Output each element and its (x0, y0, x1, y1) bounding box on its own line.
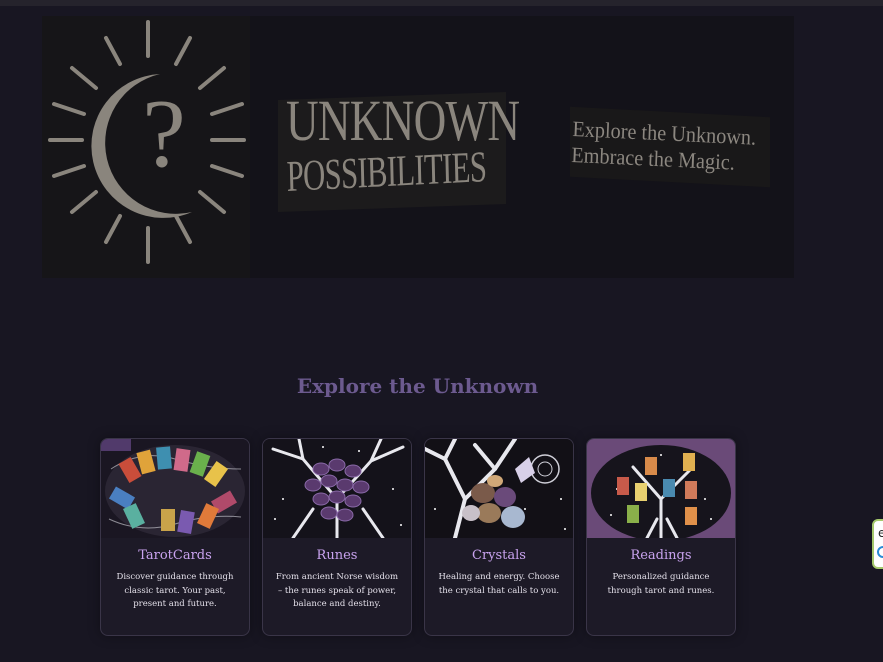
card-readings[interactable]: Readings Personalized guidance through t… (586, 438, 736, 636)
tarot-reading-layout-image (587, 439, 735, 538)
side-widget-letter: e (878, 526, 883, 540)
card-description: Personalized guidance through tarot and … (607, 572, 715, 596)
amethyst-runes-image (263, 439, 411, 538)
brand-name-line1: UNKNOWN (286, 88, 520, 153)
moon-question-sun-icon: ? (48, 20, 246, 264)
card-description: Healing and energy. Choose the crystal t… (438, 572, 560, 596)
circle-icon (877, 546, 883, 558)
hero-banner: ? UNKNOWN POSSIBILITIES Explore the Unkn… (42, 16, 794, 278)
card-title: Runes (316, 548, 358, 563)
card-runes[interactable]: Runes From ancient Norse wisdom – the ru… (262, 438, 412, 636)
brand-name-line2: POSSIBILITIES (286, 142, 487, 201)
card-description: From ancient Norse wisdom – the runes sp… (275, 572, 399, 609)
svg-text:?: ? (142, 80, 186, 188)
category-cards: TarotCards Discover guidance through cla… (100, 438, 736, 636)
card-title: Crystals (472, 548, 526, 563)
crystals-on-cloth-image (425, 439, 573, 538)
section-title: Explore the Unknown (296, 374, 539, 398)
card-tarotcards[interactable]: TarotCards Discover guidance through cla… (100, 438, 250, 636)
card-title: Readings (630, 548, 692, 563)
floating-side-widget[interactable]: e (872, 519, 883, 569)
logo-panel: ? (42, 16, 250, 278)
card-title: TarotCards (138, 548, 212, 563)
tagline: Explore the Unknown. Embrace the Magic. (571, 116, 757, 177)
card-crystals[interactable]: Crystals Healing and energy. Choose the … (424, 438, 574, 636)
card-description: Discover guidance through classic tarot.… (116, 572, 234, 609)
tarot-cards-spread-image (101, 439, 249, 538)
top-bar (0, 0, 883, 6)
